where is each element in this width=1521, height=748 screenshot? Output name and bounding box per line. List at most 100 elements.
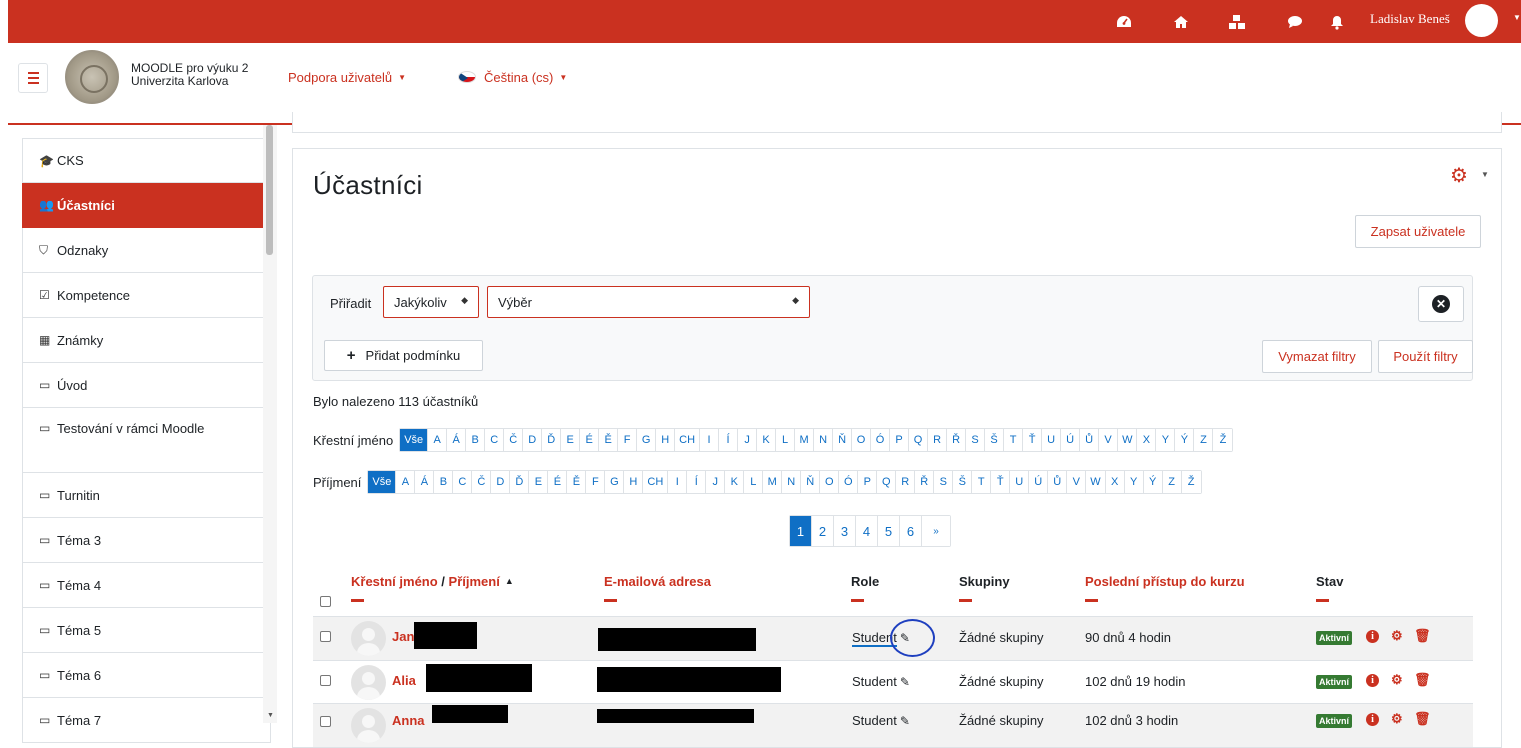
page-link[interactable]: 4 — [856, 516, 878, 546]
sidebar-item-badges[interactable]: ⛉ Odznaky — [22, 228, 271, 273]
add-condition-button[interactable]: + Přidat podmínku — [324, 340, 483, 371]
sidebar-item-cks[interactable]: 🎓 CKS — [22, 138, 271, 183]
role-cell[interactable]: Student ✎ — [852, 713, 910, 728]
user-name-link[interactable]: Jan — [392, 629, 414, 644]
initial-letter[interactable]: Y — [1124, 471, 1144, 493]
pencil-icon[interactable]: ✎ — [900, 714, 910, 728]
initial-letter[interactable]: A — [428, 429, 448, 451]
initial-letter[interactable]: B — [466, 429, 486, 451]
row-checkbox[interactable] — [320, 675, 331, 686]
sidebar-item-competencies[interactable]: ☑ Kompetence — [22, 273, 271, 318]
trash-icon[interactable]: 🗑 — [1414, 672, 1431, 688]
page-link[interactable]: 1 — [790, 516, 812, 546]
initial-letter[interactable]: Ď — [510, 471, 530, 493]
initial-letter[interactable]: É — [580, 429, 600, 451]
initial-letter[interactable]: Á — [415, 471, 435, 493]
initial-letter[interactable]: T — [972, 471, 992, 493]
initial-letter[interactable]: W — [1118, 429, 1138, 451]
initial-letter[interactable]: Y — [1156, 429, 1176, 451]
sidebar-item-topic-3[interactable]: ▭ Téma 3 — [22, 518, 271, 563]
initial-letter[interactable]: Ť — [1023, 429, 1043, 451]
initial-letter[interactable]: Ů — [1080, 429, 1100, 451]
sidebar-item-topic-7[interactable]: ▭ Téma 7 — [22, 698, 271, 743]
user-avatar[interactable] — [1465, 4, 1498, 37]
col-lastaccess-header[interactable]: Poslední přístup do kurzu — [1085, 574, 1245, 602]
initial-letter[interactable]: F — [618, 429, 638, 451]
initial-letter[interactable]: U — [1042, 429, 1062, 451]
initial-letter[interactable]: CH — [675, 429, 701, 451]
initial-letter[interactable]: Ú — [1061, 429, 1081, 451]
initial-letter[interactable]: D — [523, 429, 543, 451]
sort-firstname-link[interactable]: Křestní jméno — [351, 574, 438, 589]
role-edit-link[interactable]: Student — [852, 674, 897, 689]
initial-letter[interactable]: J — [706, 471, 726, 493]
university-logo[interactable] — [65, 50, 119, 104]
initial-letter[interactable]: Ó — [839, 471, 859, 493]
scroll-down-icon[interactable]: ▼ — [267, 712, 274, 719]
initial-letter[interactable]: G — [605, 471, 625, 493]
gear-icon[interactable]: ⚙ — [1450, 163, 1468, 188]
initial-letter[interactable]: S — [934, 471, 954, 493]
collapse-column-icon[interactable] — [1085, 599, 1098, 602]
notifications-icon[interactable] — [1328, 13, 1346, 31]
initial-letter[interactable]: R — [928, 429, 948, 451]
initial-letter[interactable]: Ě — [599, 429, 619, 451]
initial-letter[interactable]: Ě — [567, 471, 587, 493]
initial-letter[interactable]: Z — [1194, 429, 1214, 451]
chevron-down-icon[interactable]: ▼ — [1481, 170, 1489, 179]
gear-icon[interactable]: ⚙ — [1391, 628, 1403, 644]
initial-letter[interactable]: Č — [504, 429, 524, 451]
initial-letter[interactable]: I — [668, 471, 688, 493]
menu-toggle-button[interactable] — [18, 63, 48, 93]
initial-letter[interactable]: N — [782, 471, 802, 493]
collapse-column-icon[interactable] — [851, 599, 864, 602]
initial-letter[interactable]: Z — [1162, 471, 1182, 493]
initial-letter[interactable]: P — [858, 471, 878, 493]
initial-letter[interactable]: Š — [953, 471, 973, 493]
initial-letter[interactable]: Ý — [1143, 471, 1163, 493]
initial-letter[interactable]: E — [561, 429, 581, 451]
initial-letter[interactable]: X — [1105, 471, 1125, 493]
initial-all[interactable]: Vše — [400, 429, 429, 451]
initial-letter[interactable]: Q — [877, 471, 897, 493]
initial-letter[interactable]: K — [757, 429, 777, 451]
initial-letter[interactable]: Á — [447, 429, 467, 451]
initial-letter[interactable]: U — [1010, 471, 1030, 493]
initial-letter[interactable]: C — [453, 471, 473, 493]
sidebar-item-grades[interactable]: ▦ Známky — [22, 318, 271, 363]
info-icon[interactable]: i — [1366, 674, 1379, 687]
initial-letter[interactable]: Ň — [833, 429, 853, 451]
initial-letter[interactable]: R — [896, 471, 916, 493]
sidebar-item-topic-4[interactable]: ▭ Téma 4 — [22, 563, 271, 608]
page-link[interactable]: 3 — [834, 516, 856, 546]
initial-letter[interactable]: N — [814, 429, 834, 451]
home-icon[interactable] — [1172, 13, 1190, 31]
initial-letter[interactable]: Q — [909, 429, 929, 451]
initial-letter[interactable]: G — [637, 429, 657, 451]
gear-icon[interactable]: ⚙ — [1391, 711, 1403, 727]
user-avatar[interactable] — [351, 708, 386, 743]
select-all-checkbox[interactable] — [320, 596, 331, 607]
initial-letter[interactable]: É — [548, 471, 568, 493]
initial-letter[interactable]: H — [656, 429, 676, 451]
initial-letter[interactable]: M — [763, 471, 783, 493]
initial-letter[interactable]: J — [738, 429, 758, 451]
initial-letter[interactable]: S — [966, 429, 986, 451]
page-link[interactable]: 6 — [900, 516, 922, 546]
initial-letter[interactable]: Ř — [915, 471, 935, 493]
initial-letter[interactable]: A — [396, 471, 416, 493]
user-name-link[interactable]: Alia — [392, 673, 416, 688]
sidebar-item-topic-5[interactable]: ▭ Téma 5 — [22, 608, 271, 653]
messages-icon[interactable] — [1286, 13, 1304, 31]
remove-condition-button[interactable]: ✕ — [1418, 286, 1464, 322]
initial-letter[interactable]: Ž — [1181, 471, 1201, 493]
collapse-column-icon[interactable] — [1316, 599, 1329, 602]
initial-all[interactable]: Vše — [368, 471, 397, 493]
match-select[interactable]: Jakýkoliv ◆ — [383, 286, 479, 318]
initial-letter[interactable]: I — [700, 429, 720, 451]
sort-lastname-link[interactable]: Příjmení — [449, 574, 500, 589]
initial-letter[interactable]: Ť — [991, 471, 1011, 493]
dashboard-icon[interactable] — [1115, 13, 1133, 31]
col-email-header[interactable]: E-mailová adresa — [604, 574, 711, 602]
sidebar-item-testing[interactable]: ▭ Testování v rámci Moodle — [22, 408, 271, 473]
